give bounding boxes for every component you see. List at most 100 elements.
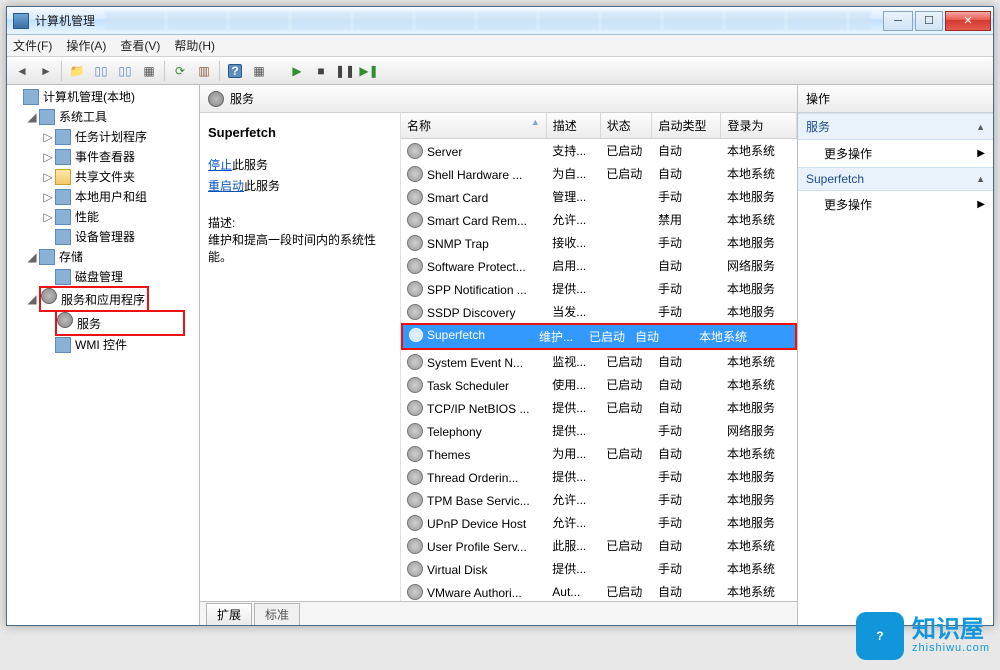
- service-row[interactable]: Smart Card管理...手动本地服务: [401, 185, 797, 208]
- actions-header: 操作: [798, 85, 993, 113]
- service-row[interactable]: VMware Authori...Aut...已启动自动本地系统: [401, 580, 797, 601]
- highlight-selected-service: Superfetch维护...已启动自动本地系统: [401, 323, 797, 350]
- restart-service-link[interactable]: 重启动: [208, 179, 244, 193]
- col-name[interactable]: 名称▲: [401, 113, 546, 139]
- pause-service-button[interactable]: ❚❚: [334, 60, 356, 82]
- service-row[interactable]: SPP Notification ...提供...手动本地服务: [401, 277, 797, 300]
- actions-group-selected[interactable]: Superfetch▲: [798, 167, 993, 191]
- highlight-services-apps: 服务和应用程序: [39, 286, 149, 312]
- col-status[interactable]: 状态: [600, 113, 652, 139]
- submenu-arrow-icon: ▶: [977, 199, 985, 210]
- actions-pane: 操作 服务▲ 更多操作▶ Superfetch▲ 更多操作▶: [798, 85, 993, 625]
- service-row[interactable]: Themes为用...已启动自动本地系统: [401, 442, 797, 465]
- export-list-button[interactable]: ▥: [193, 60, 215, 82]
- watermark-icon: ?: [856, 612, 904, 660]
- wmi-icon: [55, 337, 71, 353]
- service-row[interactable]: SNMP Trap接收...手动本地服务: [401, 231, 797, 254]
- menu-action[interactable]: 操作(A): [66, 37, 106, 54]
- properties-button[interactable]: ▦: [138, 60, 160, 82]
- app-icon: [13, 13, 29, 29]
- navigation-tree[interactable]: 计算机管理(本地) ◢系统工具 ▷任务计划程序 ▷事件查看器 ▷共享文件夹 ▷本…: [7, 85, 200, 625]
- service-description-panel: Superfetch 停止此服务 重启动此服务 描述: 维护和提高一段时间内的系…: [200, 113, 400, 601]
- background-tabs: [105, 12, 871, 30]
- col-logon-as[interactable]: 登录为: [721, 113, 797, 139]
- tree-services-apps[interactable]: ◢服务和应用程序: [27, 287, 199, 311]
- up-level-button[interactable]: 📁: [66, 60, 88, 82]
- nav-forward-button[interactable]: [35, 60, 57, 82]
- menu-file[interactable]: 文件(F): [13, 37, 52, 54]
- collapse-icon: ▲: [976, 122, 985, 132]
- actions-group-services[interactable]: 服务▲: [798, 113, 993, 140]
- device-icon: [55, 229, 71, 245]
- menubar: 文件(F) 操作(A) 查看(V) 帮助(H): [7, 35, 993, 57]
- watermark: ? 知识屋 zhishiwu.com: [856, 612, 990, 660]
- tree-shared-folders[interactable]: ▷共享文件夹: [43, 167, 199, 187]
- perf-icon: [55, 209, 71, 225]
- users-icon: [55, 189, 71, 205]
- actions-more-selected[interactable]: 更多操作▶: [798, 191, 993, 218]
- toolbar-extra-button[interactable]: ▦: [248, 60, 270, 82]
- description-heading: 描述:: [208, 214, 392, 231]
- start-service-button[interactable]: ▶: [286, 60, 308, 82]
- storage-icon: [39, 249, 55, 265]
- tree-task-scheduler[interactable]: ▷任务计划程序: [43, 127, 199, 147]
- service-row[interactable]: UPnP Device Host允许...手动本地服务: [401, 511, 797, 534]
- menu-view[interactable]: 查看(V): [120, 37, 160, 54]
- service-row[interactable]: TPM Base Servic...允许...手动本地服务: [401, 488, 797, 511]
- separator: [164, 61, 165, 81]
- help-button[interactable]: ?: [224, 60, 246, 82]
- col-description[interactable]: 描述: [546, 113, 600, 139]
- show-hide-actions-button[interactable]: ▯▯: [114, 60, 136, 82]
- service-row[interactable]: Server支持...已启动自动本地系统: [401, 139, 797, 163]
- tab-extended[interactable]: 扩展: [206, 603, 252, 625]
- tree-local-users-groups[interactable]: ▷本地用户和组: [43, 187, 199, 207]
- service-row[interactable]: User Profile Serv...此服...已启动自动本地系统: [401, 534, 797, 557]
- watermark-url: zhishiwu.com: [912, 642, 990, 654]
- tree-root[interactable]: 计算机管理(本地): [11, 87, 199, 107]
- tree-performance[interactable]: ▷性能: [43, 207, 199, 227]
- tree-services[interactable]: 服务: [43, 311, 199, 335]
- service-row[interactable]: SSDP Discovery当发...手动本地服务: [401, 300, 797, 323]
- service-row[interactable]: Task Scheduler使用...已启动自动本地系统: [401, 373, 797, 396]
- service-row[interactable]: Superfetch维护...已启动自动本地系统: [401, 323, 797, 350]
- tree-disk-management[interactable]: 磁盘管理: [43, 267, 199, 287]
- service-row[interactable]: System Event N...监视...已启动自动本地系统: [401, 350, 797, 373]
- view-tabs: 扩展 标准: [200, 601, 797, 625]
- nav-back-button[interactable]: [11, 60, 33, 82]
- stop-service-button[interactable]: ■: [310, 60, 332, 82]
- tree-storage[interactable]: ◢存储: [27, 247, 199, 267]
- service-row[interactable]: Telephony提供...手动网络服务: [401, 419, 797, 442]
- service-row[interactable]: Virtual Disk提供...手动本地系统: [401, 557, 797, 580]
- services-table-container[interactable]: 名称▲ 描述 状态 启动类型 登录为 Server支持...已启动自动本地系统S…: [400, 113, 797, 601]
- service-row[interactable]: Smart Card Rem...允许...禁用本地系统: [401, 208, 797, 231]
- tree-device-manager[interactable]: 设备管理器: [43, 227, 199, 247]
- description-body: 维护和提高一段时间内的系统性能。: [208, 231, 392, 265]
- center-header: 服务: [200, 85, 797, 113]
- actions-more-services[interactable]: 更多操作▶: [798, 140, 993, 167]
- menu-help[interactable]: 帮助(H): [174, 37, 215, 54]
- refresh-button[interactable]: ⟳: [169, 60, 191, 82]
- folder-icon: [55, 169, 71, 185]
- service-row[interactable]: Software Protect...启用...自动网络服务: [401, 254, 797, 277]
- tree-wmi-control[interactable]: WMI 控件: [43, 335, 199, 355]
- watermark-brand: 知识屋: [912, 618, 990, 642]
- col-startup-type[interactable]: 启动类型: [652, 113, 721, 139]
- show-hide-tree-button[interactable]: ▯▯: [90, 60, 112, 82]
- computer-icon: [23, 89, 39, 105]
- service-row[interactable]: Thread Orderin...提供...手动本地服务: [401, 465, 797, 488]
- service-row[interactable]: TCP/IP NetBIOS ...提供...已启动自动本地服务: [401, 396, 797, 419]
- service-row[interactable]: Shell Hardware ...为自...已启动自动本地系统: [401, 162, 797, 185]
- tab-standard[interactable]: 标准: [254, 603, 300, 625]
- minimize-button[interactable]: ─: [883, 11, 913, 31]
- stop-service-link[interactable]: 停止: [208, 158, 232, 172]
- help-icon: ?: [228, 64, 242, 78]
- close-button[interactable]: ✕: [945, 11, 991, 31]
- window-title: 计算机管理: [35, 12, 95, 29]
- tree-system-tools[interactable]: ◢系统工具: [27, 107, 199, 127]
- maximize-button[interactable]: ☐: [915, 11, 943, 31]
- tree-event-viewer[interactable]: ▷事件查看器: [43, 147, 199, 167]
- titlebar[interactable]: 计算机管理 ─ ☐ ✕: [7, 7, 993, 35]
- restart-service-button[interactable]: ▶❚: [358, 60, 380, 82]
- sort-asc-icon: ▲: [531, 117, 540, 127]
- collapse-icon: ▲: [976, 174, 985, 184]
